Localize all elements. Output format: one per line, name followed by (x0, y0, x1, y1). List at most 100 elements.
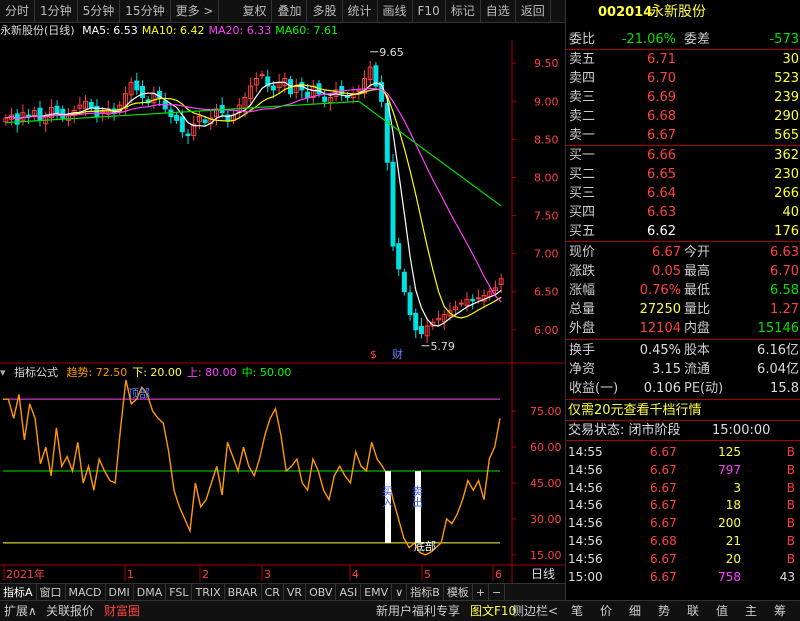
promo-text[interactable]: 仅需20元查看千档行情 (568, 401, 702, 420)
toolbar-item[interactable]: 标记 (446, 0, 481, 22)
bid-row: 买五 6.62 176 (566, 222, 800, 241)
toolbar-item[interactable]: 更多 > (171, 0, 220, 22)
indicator-tab[interactable]: 指标A (0, 584, 37, 601)
price-tick-label: 6.00 (534, 324, 559, 337)
footer-mid-item[interactable]: 图文F10 (470, 601, 516, 621)
indicator-tab[interactable]: TRIX (192, 584, 225, 601)
stat-label: 涨跌 (569, 264, 596, 279)
indicator-tab[interactable]: CR (262, 584, 284, 601)
bid-price: 6.62 (647, 224, 676, 239)
bid-label: 买四 (569, 205, 596, 220)
indicator-tab[interactable]: ASI (336, 584, 362, 601)
footer-right-item[interactable]: 筹 (774, 601, 786, 621)
tick-row: 14:56 6.67 20 B (566, 550, 800, 568)
footer-left-item[interactable]: 关联报价 (46, 601, 94, 621)
footer-right-item[interactable]: 联 (687, 601, 699, 621)
candle-body (390, 161, 396, 247)
date-label: 5 (424, 568, 431, 581)
indicator-tab[interactable]: + (473, 584, 490, 601)
divider (566, 440, 800, 441)
indicator-tab[interactable]: MACD (66, 584, 106, 601)
indicator-tick-label: 60.00 (530, 441, 562, 454)
footer-right-item[interactable]: 价 (600, 601, 612, 621)
indicator-tab[interactable]: DMI (106, 584, 134, 601)
stat-label: 最高 (684, 264, 711, 279)
toolbar-item[interactable]: F10 (413, 0, 446, 22)
indicator-tab[interactable]: − (489, 584, 506, 601)
footer-mid-item[interactable]: 侧边栏< (512, 601, 558, 621)
indicator-tab[interactable]: 窗口 (37, 584, 66, 601)
tick-side: B (786, 516, 795, 531)
footer-mid-item[interactable]: 新用户福利专享 (376, 601, 460, 621)
toolbar-item[interactable]: 15分钟 (120, 0, 171, 22)
indicator-tab[interactable]: EMV (361, 584, 393, 601)
indicator-tab[interactable]: 指标B (407, 584, 444, 601)
toolbar-item[interactable]: 复权 (237, 0, 273, 22)
tick-row: 14:56 6.67 18 B (566, 496, 800, 514)
date-label: 3 (264, 568, 271, 581)
bid-volume: 266 (774, 186, 799, 201)
top-toolbar: 分时 1分钟 5分钟 15分钟 更多 > 复权 叠加 多股 统计 画线 F10 标记 自选 返回 (0, 0, 565, 23)
indicator-tab[interactable]: DMA (134, 584, 167, 601)
period-label[interactable]: 日线 (523, 566, 563, 582)
footer-right-item[interactable]: 细 (629, 601, 641, 621)
tick-side: B (786, 498, 795, 513)
tick-side: 43 (779, 569, 795, 584)
top-signal-label: 顶部 (128, 386, 150, 400)
dividend-marker-icon[interactable]: $ (370, 348, 377, 361)
indicator-tab[interactable]: VR (284, 584, 307, 601)
tick-price: 6.67 (650, 445, 677, 459)
ask-row: 卖五 6.71 30 (566, 50, 800, 69)
footer-right-item[interactable]: 值 (716, 601, 728, 621)
finance-report-marker-icon[interactable]: 财 (392, 347, 403, 361)
candle-body (407, 292, 413, 316)
indicator-tab[interactable]: OBV (306, 584, 337, 601)
footer-right-item[interactable]: 势 (658, 601, 670, 621)
tick-volume: 797 (718, 462, 741, 477)
toolbar-item[interactable]: 统计 (343, 0, 378, 22)
tick-price: 6.67 (650, 516, 677, 531)
stat-label: 量比 (684, 302, 711, 317)
tick-time: 14:56 (568, 498, 603, 513)
indicator-tab[interactable]: BRAR (225, 584, 262, 601)
bid-price: 6.63 (647, 205, 676, 220)
ask-price: 6.70 (647, 71, 676, 86)
promo-banner[interactable]: 仅需20元查看千档行情 (566, 401, 800, 420)
stat-label: 内盘 (684, 321, 711, 336)
fund-row: 换手 0.45% 股本 6.16亿 (566, 341, 800, 360)
ma10-line (5, 83, 502, 319)
stat-label: 今开 (684, 245, 711, 260)
toolbar-item[interactable]: 分时 (0, 0, 36, 22)
indicator-tab[interactable]: 模板 (444, 584, 473, 601)
fund-label: 净资 (569, 362, 596, 377)
stat-row: 涨跌 0.05 最高 6.70 (566, 262, 800, 281)
ma5-line (5, 81, 502, 327)
indicator-tab[interactable]: ∨ (392, 584, 408, 601)
toolbar-item[interactable]: 画线 (378, 0, 413, 22)
bid-row: 买三 6.64 266 (566, 184, 800, 203)
indicator-tab[interactable]: FSL (166, 584, 193, 601)
candle-body (179, 116, 185, 133)
toolbar-item[interactable]: 多股 (307, 0, 343, 22)
toolbar-item[interactable]: 返回 (516, 0, 551, 22)
indicator-name[interactable]: 指标公式 (14, 366, 58, 379)
ask-row: 卖四 6.70 523 (566, 69, 800, 88)
bid-price: 6.65 (647, 167, 676, 182)
ask-price: 6.68 (647, 109, 676, 124)
date-label: 6 (495, 568, 502, 581)
footer-bar: 扩展∧ 关联报价 财富圈 新用户福利专享 图文F10 侧边栏< 笔价细势联值主筹 (0, 600, 800, 621)
toolbar-item[interactable]: 5分钟 (78, 0, 121, 22)
chart-area[interactable]: 9.50 9.00 8.50 8.00 7.50 7.00 6.50 6.00 75.00 60.… (0, 40, 565, 583)
quote-title: 002014 永新股份 (566, 3, 800, 25)
toolbar-item[interactable]: 自选 (481, 0, 516, 22)
toolbar-item[interactable]: 叠加 (272, 0, 308, 22)
date-label: 1 (127, 568, 134, 581)
footer-right-item[interactable]: 笔 (571, 601, 583, 621)
stat-row: 总量 27250 量比 1.27 (566, 300, 800, 319)
footer-right-item[interactable]: 主 (745, 601, 757, 621)
indicator-collapse-icon[interactable]: ▾ (0, 366, 6, 379)
footer-left-item[interactable]: 财富圈 (104, 601, 140, 621)
footer-left-item[interactable]: 扩展∧ (4, 601, 37, 621)
tick-time: 14:56 (568, 551, 603, 566)
toolbar-item[interactable]: 1分钟 (35, 0, 78, 22)
